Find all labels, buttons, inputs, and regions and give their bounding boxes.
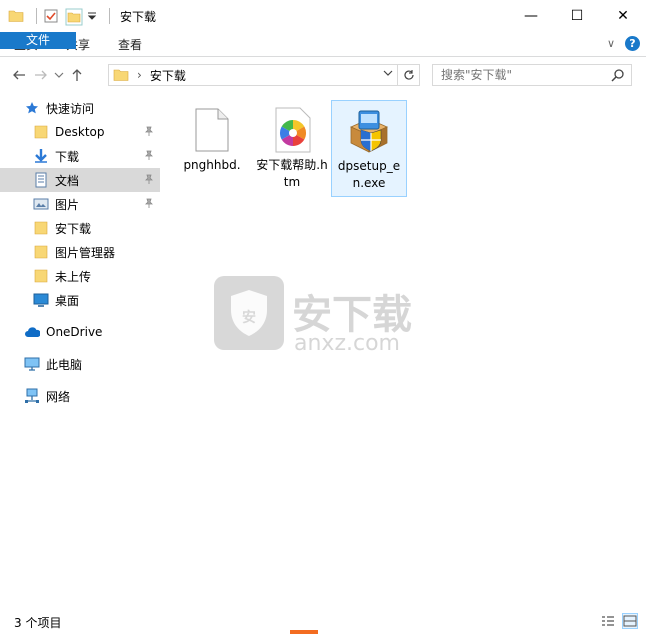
window-controls: — ☐ ✕ (508, 0, 646, 32)
watermark-en: anxz.com (294, 331, 400, 356)
new-folder-icon[interactable] (65, 8, 83, 26)
arrow-up-icon (72, 69, 82, 81)
pin-icon[interactable] (144, 150, 154, 163)
back-button[interactable] (8, 64, 30, 86)
star-icon (24, 100, 40, 116)
nav-network[interactable]: 网络 (0, 384, 160, 408)
nav-label: 桌面 (55, 293, 80, 308)
file-item[interactable]: pnghhbd. (174, 100, 250, 178)
nav-label: 此电脑 (46, 357, 83, 372)
folder-icon (33, 268, 49, 284)
close-button[interactable]: ✕ (600, 0, 646, 32)
colorful-wheel-icon (268, 106, 316, 154)
refresh-icon (403, 70, 414, 80)
nav-label: 下载 (55, 149, 80, 164)
item-count: 3 个项目 (14, 615, 62, 630)
nav-item-desktop-cn[interactable]: 桌面 (0, 288, 160, 312)
window-title: 安下载 (120, 9, 157, 24)
nav-label: 未上传 (55, 269, 92, 284)
folder-icon (33, 220, 49, 236)
download-arrow-icon (33, 148, 49, 164)
nav-this-pc[interactable]: 此电脑 (0, 352, 160, 376)
file-item-selected[interactable]: dpsetup_en.exe (331, 100, 407, 197)
forward-button[interactable] (30, 64, 52, 86)
view-switcher (600, 613, 638, 629)
file-item[interactable]: 安下载帮助.htm (254, 100, 330, 195)
file-name: pnghhbd. (183, 158, 241, 172)
nav-item-documents[interactable]: 文档 (0, 168, 160, 192)
pin-icon[interactable] (144, 174, 154, 187)
nav-label: OneDrive (46, 325, 103, 339)
recent-locations-button[interactable] (52, 64, 66, 86)
arrow-right-icon (35, 70, 47, 80)
breadcrumb-separator[interactable]: › (137, 68, 142, 82)
ribbon-tabs: 文件 主页 共享 查看 ∨ ? (0, 32, 646, 57)
maximize-button[interactable]: ☐ (554, 0, 600, 32)
nav-label: 图片 (55, 197, 80, 212)
properties-icon[interactable] (43, 8, 59, 24)
expand-ribbon-icon[interactable]: ∨ (607, 37, 615, 50)
refresh-button[interactable] (397, 65, 419, 85)
nav-item-not-uploaded[interactable]: 未上传 (0, 264, 160, 288)
ribbon-right-controls: ∨ ? (607, 36, 640, 51)
pin-icon[interactable] (144, 126, 154, 139)
watermark-badge: 安 (242, 309, 256, 326)
nav-label: 文档 (55, 173, 80, 188)
search-icon[interactable] (611, 68, 625, 85)
folder-icon (33, 244, 49, 260)
navigation-bar: › 安下载 (0, 58, 646, 92)
tab-file[interactable]: 文件 (0, 32, 76, 49)
computer-icon (24, 356, 40, 372)
nav-item-downloads[interactable]: 下载 (0, 144, 160, 168)
pin-icon[interactable] (144, 198, 154, 211)
pictures-icon (33, 196, 49, 212)
folder-icon (113, 67, 129, 83)
folder-icon (8, 8, 24, 24)
nav-label: Desktop (55, 125, 105, 139)
document-icon (33, 172, 49, 188)
tab-view[interactable]: 查看 (104, 32, 156, 56)
quick-access-toolbar: 安下载 (0, 0, 156, 32)
address-dropdown-icon[interactable] (383, 68, 393, 81)
help-icon[interactable]: ? (625, 36, 640, 51)
installer-package-icon (345, 107, 393, 155)
cloud-icon (24, 324, 40, 340)
nav-label: 图片管理器 (55, 245, 116, 260)
watermark: 安 安下载 anxz.com (214, 276, 434, 362)
chevron-down-icon (54, 72, 64, 78)
network-icon (24, 388, 40, 404)
file-name: dpsetup_en.exe (337, 159, 401, 190)
nav-item-anxz[interactable]: 安下载 (0, 216, 160, 240)
separator (109, 8, 110, 24)
arrow-left-icon (13, 70, 25, 80)
large-icons-view-icon[interactable] (622, 613, 638, 629)
search-input[interactable] (441, 68, 611, 82)
nav-label: 安下载 (55, 221, 92, 236)
nav-label: 快速访问 (46, 101, 95, 116)
navigation-pane: 快速访问 Desktop 下载 文档 图片 安下载 图片管理器 未上传 桌面 O… (0, 96, 160, 604)
separator (36, 8, 37, 24)
up-button[interactable] (66, 64, 88, 86)
title-bar: 安下载 — ☐ ✕ (0, 0, 646, 32)
nav-item-pictures[interactable]: 图片 (0, 192, 160, 216)
desktop-icon (33, 292, 49, 308)
nav-item-desktop[interactable]: Desktop (0, 120, 160, 144)
blank-file-icon (188, 106, 236, 154)
breadcrumb-item[interactable]: 安下载 (150, 67, 186, 84)
nav-onedrive[interactable]: OneDrive (0, 320, 160, 344)
minimize-button[interactable]: — (508, 0, 554, 32)
status-bar: 3 个项目 (0, 610, 646, 634)
nav-item-picture-manager[interactable]: 图片管理器 (0, 240, 160, 264)
customize-toolbar-dropdown-icon[interactable] (87, 8, 97, 24)
nav-quick-access[interactable]: 快速访问 (0, 96, 160, 120)
folder-icon (33, 124, 49, 140)
search-box[interactable] (432, 64, 632, 86)
taskbar-edge (290, 630, 318, 634)
file-name: 安下载帮助.htm (256, 158, 328, 189)
address-bar[interactable]: › 安下载 (108, 64, 420, 86)
nav-label: 网络 (46, 389, 71, 404)
details-view-icon[interactable] (600, 613, 616, 629)
